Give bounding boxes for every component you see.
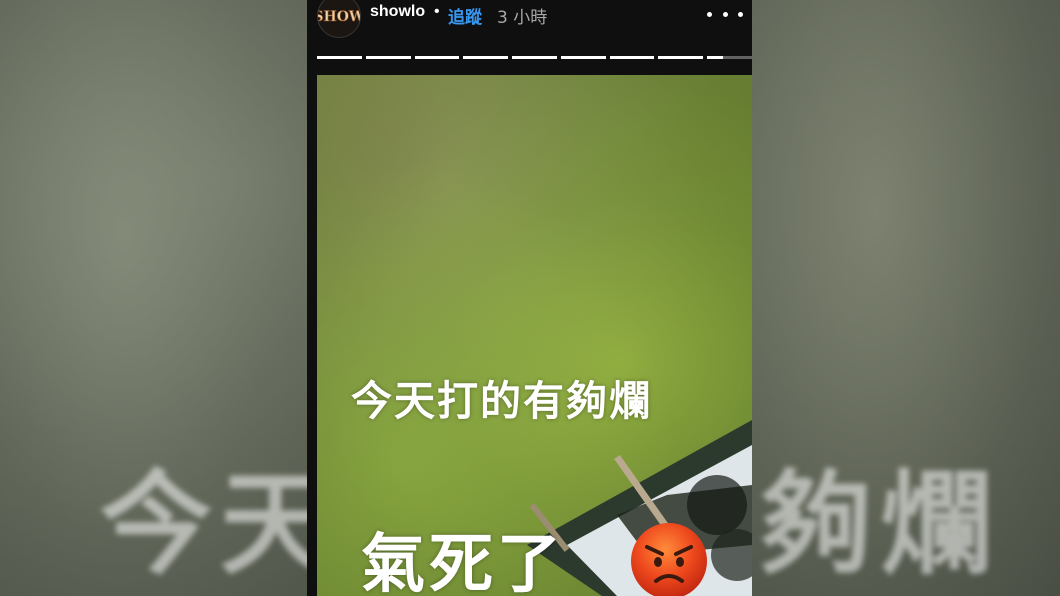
blurred-caption-right: 夠爛 [760,460,1000,590]
progress-segment-fill [658,56,704,59]
progress-segment [707,56,752,59]
more-dot-icon [707,11,712,17]
story-progress-bar [317,56,752,59]
avatar[interactable]: SHOW [317,0,361,38]
blurred-caption-left: 今天 [100,460,340,590]
progress-segment-fill [463,56,509,59]
caption-line-2: 氣死了 [361,528,565,596]
separator-dot: • [434,3,440,20]
username-link[interactable]: showlo [370,3,425,21]
caption-line-1: 今天打的有夠爛 [351,377,652,425]
progress-segment-fill [609,56,655,59]
more-dot-icon [738,11,743,17]
progress-segment [560,56,606,59]
story-header: SHOW showlo • 追蹤 3 小時 [307,0,752,42]
show-logo-avatar-icon: SHOW [318,0,360,37]
progress-segment [609,56,655,59]
progress-segment [317,56,362,59]
angry-face-emoji-icon [631,523,707,596]
svg-text:SHOW: SHOW [318,9,360,25]
progress-segment-fill [560,56,606,59]
progress-segment [414,56,460,59]
story-viewer: SHOW showlo • 追蹤 3 小時 今天打的有夠爛 氣死了 [307,0,752,596]
timestamp: 3 小時 [497,8,548,28]
follow-button[interactable]: 追蹤 [448,3,482,28]
progress-segment [463,56,509,59]
progress-segment [512,56,557,59]
more-options-icon[interactable] [707,4,743,24]
progress-segment-fill [317,56,362,59]
progress-segment-fill [707,56,723,59]
progress-segment-fill [414,56,460,59]
progress-segment-fill [512,56,557,59]
story-media[interactable]: 今天打的有夠爛 氣死了 [317,75,752,596]
progress-segment [658,56,704,59]
more-dot-icon [722,11,728,17]
progress-segment [365,56,411,59]
progress-segment-fill [365,56,411,59]
